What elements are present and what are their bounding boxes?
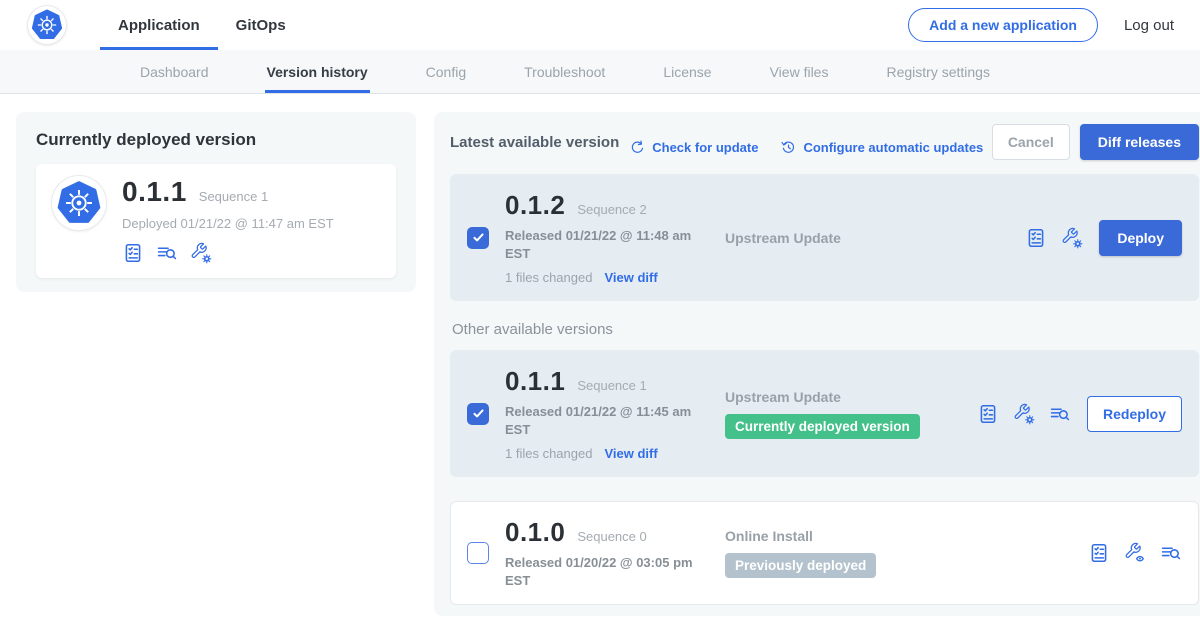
version-number: 0.1.1: [505, 366, 565, 397]
latest-version-list: 0.1.2 Sequence 2 Released 01/21/22 @ 11:…: [450, 174, 1199, 301]
update-links: Check for update Configure automatic upd…: [629, 139, 983, 156]
version-card: 0.1.1 Sequence 1 Released 01/21/22 @ 11:…: [450, 350, 1199, 477]
configure-automatic-updates-label: Configure automatic updates: [803, 140, 983, 155]
subtab-version-history[interactable]: Version history: [267, 50, 368, 93]
released-timestamp: Released 01/20/22 @ 03:05 pm EST: [505, 554, 697, 589]
version-source-block: Upstream Update Currently deployed versi…: [725, 389, 977, 439]
version-sequence: Sequence 1: [577, 378, 646, 393]
version-action-icons: [977, 403, 1071, 425]
cancel-button[interactable]: Cancel: [992, 124, 1070, 160]
deploy-logs-icon[interactable]: [1049, 403, 1071, 425]
version-source-block: Upstream Update: [725, 230, 977, 246]
app-subnav: Dashboard Version history Config Troublesho…: [0, 50, 1200, 94]
updates-header: Latest available version Check for updat…: [450, 124, 1199, 160]
view-diff-link[interactable]: View diff: [604, 270, 657, 285]
edit-config-icon[interactable]: [1061, 227, 1083, 249]
preflight-checks-icon[interactable]: [977, 403, 999, 425]
preflight-checks-icon[interactable]: [1025, 227, 1047, 249]
main-content: Currently deployed version 0.1.1 Sequenc…: [0, 94, 1200, 616]
deploy-logs-icon[interactable]: [1160, 542, 1182, 564]
view-diff-link[interactable]: View diff: [604, 446, 657, 461]
edit-config-icon[interactable]: [190, 242, 212, 264]
version-action-icons: [1025, 227, 1083, 249]
version-source: Upstream Update: [725, 230, 977, 246]
files-changed-count: 1 files changed: [505, 446, 592, 461]
version-sequence: Sequence 0: [577, 529, 646, 544]
files-changed-row: 1 files changed View diff: [505, 446, 703, 461]
deploy-logs-icon[interactable]: [156, 242, 178, 264]
deployed-version-sequence: Sequence 1: [199, 189, 268, 204]
deployed-version-actions: [122, 242, 334, 264]
subtab-registry-settings[interactable]: Registry settings: [886, 50, 989, 93]
top-tabs: Application GitOps: [100, 0, 304, 50]
released-timestamp: Released 01/21/22 @ 11:48 am EST: [505, 227, 697, 262]
schedule-update-icon: [780, 139, 797, 156]
logout-link[interactable]: Log out: [1124, 17, 1174, 34]
subtab-license[interactable]: License: [663, 50, 711, 93]
preflight-checks-icon[interactable]: [1088, 542, 1110, 564]
top-right-actions: Add a new application Log out: [908, 8, 1174, 42]
version-info: 0.1.2 Sequence 2 Released 01/21/22 @ 11:…: [505, 190, 703, 285]
files-changed-count: 1 files changed: [505, 270, 592, 285]
latest-available-title: Latest available version: [450, 134, 619, 151]
status-badge: Currently deployed version: [725, 414, 920, 439]
check-for-update-link[interactable]: Check for update: [629, 139, 758, 156]
deployed-version-info: 0.1.1 Sequence 1 Deployed 01/21/22 @ 11:…: [122, 176, 334, 264]
diff-select-checkbox[interactable]: [467, 227, 489, 249]
version-number: 0.1.2: [505, 190, 565, 221]
top-nav-bar: Application GitOps Add a new application…: [0, 0, 1200, 50]
version-source: Online Install: [725, 528, 977, 544]
subtab-view-files[interactable]: View files: [770, 50, 829, 93]
preflight-checks-icon[interactable]: [122, 242, 144, 264]
other-versions-title: Other available versions: [452, 321, 1197, 338]
files-changed-row: 1 files changed View diff: [505, 270, 703, 285]
released-timestamp: Released 01/21/22 @ 11:45 am EST: [505, 403, 697, 438]
deploy-button[interactable]: Deploy: [1099, 220, 1182, 256]
check-for-update-label: Check for update: [652, 140, 758, 155]
diff-select-checkbox[interactable]: [467, 542, 489, 564]
tab-gitops[interactable]: GitOps: [218, 0, 304, 50]
redeploy-button[interactable]: Redeploy: [1087, 396, 1182, 432]
app-logo-kubernetes-icon: [52, 176, 106, 230]
deployed-timestamp: Deployed 01/21/22 @ 11:47 am EST: [122, 216, 334, 231]
currently-deployed-panel: Currently deployed version 0.1.1 Sequenc…: [16, 112, 416, 292]
version-card: 0.1.2 Sequence 2 Released 01/21/22 @ 11:…: [450, 174, 1199, 301]
other-versions-list: 0.1.1 Sequence 1 Released 01/21/22 @ 11:…: [450, 350, 1199, 605]
kubernetes-logo-icon: [28, 6, 66, 44]
version-number: 0.1.0: [505, 517, 565, 548]
version-card: 0.1.0 Sequence 0 Released 01/20/22 @ 03:…: [450, 501, 1199, 605]
version-action-icons: [1088, 542, 1182, 564]
diff-releases-button[interactable]: Diff releases: [1080, 124, 1199, 160]
add-new-application-button[interactable]: Add a new application: [908, 8, 1098, 42]
deployed-version-number: 0.1.1: [122, 176, 187, 208]
configure-automatic-updates-link[interactable]: Configure automatic updates: [780, 139, 983, 156]
kots-admin-console: Application GitOps Add a new application…: [0, 0, 1200, 616]
version-history-panel: Latest available version Check for updat…: [434, 112, 1200, 616]
subtab-dashboard[interactable]: Dashboard: [140, 50, 209, 93]
version-sequence: Sequence 2: [577, 202, 646, 217]
subtab-config[interactable]: Config: [426, 50, 466, 93]
view-config-icon[interactable]: [1124, 542, 1146, 564]
deployed-version-card: 0.1.1 Sequence 1 Deployed 01/21/22 @ 11:…: [36, 164, 396, 278]
currently-deployed-title: Currently deployed version: [36, 130, 396, 150]
edit-config-icon[interactable]: [1013, 403, 1035, 425]
version-info: 0.1.0 Sequence 0 Released 01/20/22 @ 03:…: [505, 517, 703, 589]
version-info: 0.1.1 Sequence 1 Released 01/21/22 @ 11:…: [505, 366, 703, 461]
diff-select-checkbox[interactable]: [467, 403, 489, 425]
version-source: Upstream Update: [725, 389, 977, 405]
tab-application[interactable]: Application: [100, 0, 218, 50]
version-source-block: Online Install Previously deployed: [725, 528, 977, 578]
subtab-troubleshoot[interactable]: Troubleshoot: [524, 50, 605, 93]
status-badge: Previously deployed: [725, 553, 876, 578]
refresh-icon: [629, 139, 646, 156]
